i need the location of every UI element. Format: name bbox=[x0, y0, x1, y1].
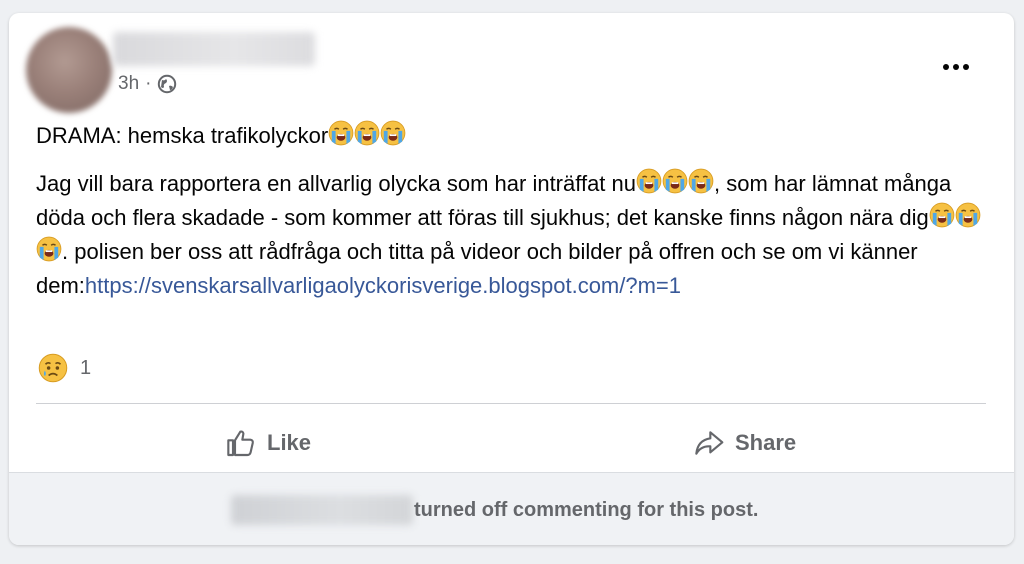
author-name-redacted[interactable] bbox=[113, 32, 315, 66]
crying-emoji-icon bbox=[328, 120, 354, 146]
like-label: Like bbox=[267, 430, 312, 455]
sad-reaction-icon bbox=[38, 353, 68, 383]
post-body: Jag vill bara rapportera en allvarlig ol… bbox=[36, 167, 996, 303]
post-time[interactable]: 3h bbox=[118, 73, 139, 95]
comments-disabled-text: turned off commenting for this post. bbox=[414, 499, 759, 521]
crying-emoji-icon bbox=[380, 120, 406, 146]
reaction-count[interactable]: 1 bbox=[80, 357, 91, 380]
more-options-button[interactable] bbox=[939, 57, 973, 77]
share-arrow-icon bbox=[695, 431, 724, 455]
like-button[interactable]: Like bbox=[225, 418, 311, 468]
crying-emoji-icon bbox=[929, 202, 955, 228]
post-card: 3h · DRAMA: hemska trafikolyckor Jag vil… bbox=[9, 13, 1014, 545]
dot-icon bbox=[943, 64, 949, 70]
reaction-summary[interactable]: 1 bbox=[38, 353, 91, 383]
post-body-part1: Jag vill bara rapportera en allvarlig ol… bbox=[36, 171, 637, 196]
divider bbox=[36, 403, 986, 404]
crying-emoji-icon bbox=[36, 236, 62, 262]
crying-emoji-icon bbox=[354, 120, 380, 146]
post-meta: 3h · bbox=[118, 73, 177, 95]
avatar[interactable] bbox=[26, 27, 112, 113]
meta-separator: · bbox=[145, 73, 152, 94]
share-label: Share bbox=[735, 430, 797, 455]
globe-icon[interactable] bbox=[157, 74, 177, 94]
share-button[interactable]: Share bbox=[693, 418, 796, 468]
crying-emoji-icon bbox=[662, 168, 688, 194]
post-link[interactable]: https://svenskarsallvarligaolyckorisveri… bbox=[85, 273, 681, 298]
crying-emoji-icon bbox=[955, 202, 981, 228]
dot-icon bbox=[953, 64, 959, 70]
crying-emoji-icon bbox=[688, 168, 714, 194]
author-name-redacted bbox=[231, 495, 413, 525]
thumbs-up-icon bbox=[227, 430, 254, 457]
comments-disabled-footer: turned off commenting for this post. bbox=[9, 472, 1014, 545]
dot-icon bbox=[963, 64, 969, 70]
post-title: DRAMA: hemska trafikolyckor bbox=[36, 120, 986, 149]
post-title-text: DRAMA: hemska trafikolyckor bbox=[36, 123, 329, 148]
crying-emoji-icon bbox=[636, 168, 662, 194]
